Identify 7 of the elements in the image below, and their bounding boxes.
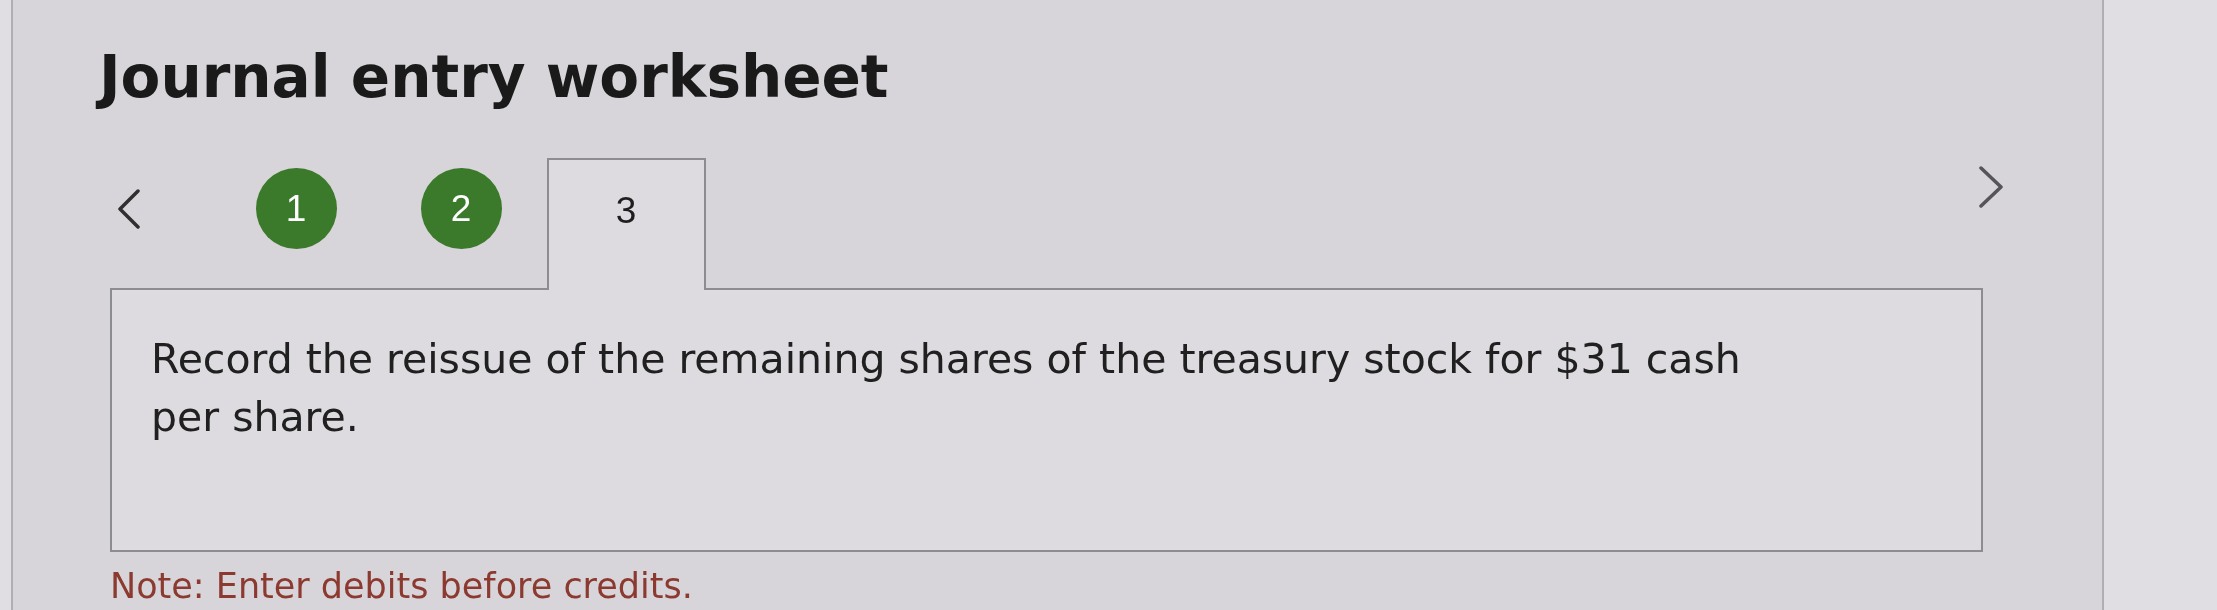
instruction-text: Record the reissue of the remaining shares of the treasury stock for $31 cash per share. [151,334,1742,443]
step-tab[interactable]: 3 [546,158,706,290]
note-text: Note: Enter debits before credits. [110,566,693,606]
chevron-right-icon [1978,166,2004,208]
chevron-left-icon [117,189,141,229]
step-button[interactable]: 2 [420,168,502,249]
step-button[interactable]: 1 [255,168,337,249]
